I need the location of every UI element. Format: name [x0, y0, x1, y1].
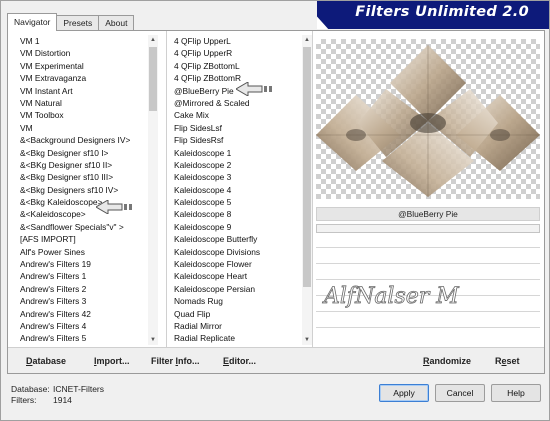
category-list-item[interactable]: Andrew's Filters 42 [20, 308, 144, 320]
filters-label: Filters: [11, 395, 37, 405]
database-button[interactable]: Database [26, 356, 66, 366]
category-list-item[interactable]: VM Extravaganza [20, 72, 144, 84]
category-list-item[interactable]: VM 1 [20, 35, 144, 47]
param-divider [316, 263, 540, 264]
filter-list-item[interactable]: 4 QFlip UpperL [174, 35, 298, 47]
filter-list-item[interactable]: Kaleidoscope Heart [174, 270, 298, 282]
banner-title: Filters Unlimited 2.0 [355, 4, 529, 20]
scroll-up-arrow-icon[interactable]: ▲ [302, 35, 312, 45]
filter-list-item[interactable]: Kaleidoscope 2 [174, 159, 298, 171]
pointer-arrow-icon [236, 82, 272, 96]
filter-list-item[interactable]: 4 QFlip ZBottomL [174, 60, 298, 72]
signature-watermark: AlfNalser M [322, 284, 460, 310]
category-list-item[interactable]: VM Instant Art [20, 85, 144, 97]
filter-list-item[interactable]: Kaleidoscope 1 [174, 147, 298, 159]
filters-unlimited-window: Navigator Presets About Filters Unlimite… [0, 0, 550, 421]
category-list-item[interactable]: &<Bkg Designers sf10 IV> [20, 184, 144, 196]
randomize-button[interactable]: Randomize [423, 356, 471, 366]
filter-list-item[interactable]: Kaleidoscope 4 [174, 184, 298, 196]
tab-about[interactable]: About [98, 15, 135, 31]
filter-list-item[interactable]: Nomads Rug [174, 295, 298, 307]
category-scrollbar[interactable]: ▲ ▼ [148, 35, 158, 345]
filter-list-item[interactable]: Kaleidoscope 5 [174, 196, 298, 208]
filter-list-item[interactable]: Flip SidesRsf [174, 134, 298, 146]
filter-info-button[interactable]: Filter Info... [151, 356, 200, 366]
category-list-item[interactable]: VM Experimental [20, 60, 144, 72]
category-list-item[interactable]: Andrew's Filters 1 [20, 270, 144, 282]
filter-list-item[interactable]: Kaleidoscope 3 [174, 171, 298, 183]
pointer-arrow-icon [96, 200, 132, 214]
panel-button-bar: Database Import... Filter Info... Editor… [8, 347, 544, 373]
help-button[interactable]: Help [491, 384, 541, 402]
cancel-button[interactable]: Cancel [435, 384, 485, 402]
category-list-item[interactable]: &<Sandflower Specials"v" > [20, 221, 144, 233]
filter-list-item[interactable]: Kaleidoscope 9 [174, 221, 298, 233]
selected-filter-name: @BlueBerry Pie [316, 207, 540, 221]
category-list-item[interactable]: &<Bkg Designer sf10 III> [20, 171, 144, 183]
database-value: ICNET-Filters [53, 384, 104, 394]
preview-image [316, 45, 540, 197]
signature-text: AlfNalser M [322, 284, 459, 309]
category-list-item[interactable]: &<Bkg Designer sf10 I> [20, 147, 144, 159]
scroll-down-arrow-icon[interactable]: ▼ [302, 335, 312, 345]
column-divider [166, 31, 167, 351]
scroll-down-arrow-icon[interactable]: ▼ [148, 335, 158, 345]
category-list-item[interactable]: VM [20, 122, 144, 134]
category-list-item[interactable]: Andrew's Filters 5 [20, 332, 144, 344]
category-list-item[interactable]: Andrew's Filters 4 [20, 320, 144, 332]
filter-scroll-thumb[interactable] [303, 47, 311, 287]
filter-list-item[interactable]: Radial Mirror [174, 320, 298, 332]
category-scroll-thumb[interactable] [149, 47, 157, 111]
filter-list-item[interactable]: Kaleidoscope Divisions [174, 246, 298, 258]
param-divider [316, 247, 540, 248]
category-list-item[interactable]: VM Toolbox [20, 109, 144, 121]
tab-presets[interactable]: Presets [56, 15, 100, 31]
category-list-item[interactable]: VM Natural [20, 97, 144, 109]
param-divider [316, 327, 540, 328]
category-list-item[interactable]: Alf's Power Sines [20, 246, 144, 258]
category-list-item[interactable]: [AFS IMPORT] [20, 233, 144, 245]
filter-list-item[interactable]: Kaleidoscope 8 [174, 208, 298, 220]
tab-strip: Navigator Presets About [7, 13, 135, 31]
filter-list-item[interactable]: Kaleidoscope Butterfly [174, 233, 298, 245]
column-divider [312, 31, 313, 351]
scroll-up-arrow-icon[interactable]: ▲ [148, 35, 158, 45]
editor-button[interactable]: Editor... [223, 356, 256, 366]
import-button[interactable]: Import... [94, 356, 130, 366]
filter-preview [316, 39, 540, 199]
navigator-panel: VM 1 VM Distortion VM Experimental VM Extra… [7, 30, 545, 374]
category-list-item[interactable]: Andrew's Filters 3 [20, 295, 144, 307]
category-list-item[interactable]: &<Background Designers IV> [20, 134, 144, 146]
filter-list-item[interactable]: Radial Replicate [174, 332, 298, 344]
status-area: Database: ICNET-Filters Filters: 1914 [11, 384, 104, 406]
filter-progress-bar [316, 224, 540, 233]
filter-list-item[interactable]: Cake Mix [174, 109, 298, 121]
title-banner: Filters Unlimited 2.0 [317, 1, 549, 29]
filter-list-item[interactable]: Flip SidesLsf [174, 122, 298, 134]
database-label: Database: [11, 384, 50, 394]
category-list-item[interactable]: Andrew's Filters 19 [20, 258, 144, 270]
filter-list-item[interactable]: Kaleidoscope Flower [174, 258, 298, 270]
filter-list-item[interactable]: @Mirrored & Scaled [174, 97, 298, 109]
category-list[interactable]: VM 1 VM Distortion VM Experimental VM Extra… [20, 35, 144, 345]
apply-button[interactable]: Apply [379, 384, 429, 402]
banner-corner [317, 1, 330, 29]
filter-scrollbar[interactable]: ▲ ▼ [302, 35, 312, 345]
filter-list-item[interactable]: Quad Flip [174, 308, 298, 320]
tab-navigator[interactable]: Navigator [7, 13, 58, 31]
category-list-item[interactable]: &<BKg Designer sf10 II> [20, 159, 144, 171]
category-list-item[interactable]: VM Distortion [20, 47, 144, 59]
filter-list-item[interactable]: 4 QFlip UpperR [174, 47, 298, 59]
filters-count: 1914 [53, 395, 72, 405]
filter-list-item[interactable]: Kaleidoscope Persian [174, 283, 298, 295]
category-list-item[interactable]: Andrew's Filters 2 [20, 283, 144, 295]
reset-button[interactable]: Reset [495, 356, 520, 366]
